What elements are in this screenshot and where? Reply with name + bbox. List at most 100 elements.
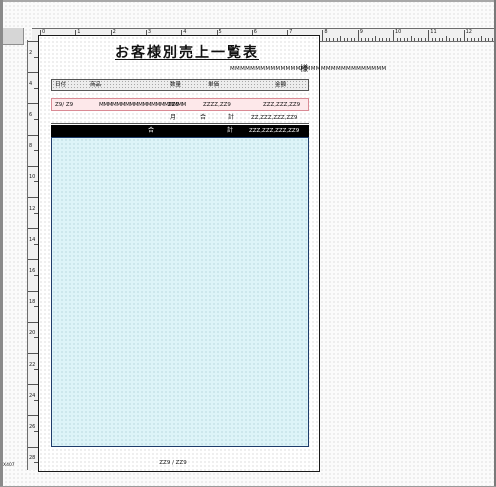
monthly-subtotal-row[interactable]: 月 合 計 ZZ,ZZZ,ZZZ,ZZ9 xyxy=(51,113,309,124)
ruler-tick xyxy=(28,290,38,292)
ruler-label: 18 xyxy=(29,299,36,306)
ruler-tick xyxy=(460,38,462,41)
ruler-tick xyxy=(442,38,444,41)
ruler-label: 10 xyxy=(395,29,402,35)
ruler-tick xyxy=(417,38,419,41)
ruler-tick xyxy=(400,38,402,41)
ruler-tick xyxy=(28,103,38,105)
cell-quantity[interactable]: ZZ9 xyxy=(168,101,179,109)
ruler-tick xyxy=(463,30,465,41)
ruler-tick xyxy=(28,353,38,354)
ruler-label: 12 xyxy=(465,29,472,35)
ruler-tick xyxy=(343,38,345,41)
ruler-tick xyxy=(332,38,334,41)
ruler-tick xyxy=(375,36,377,41)
cell-amount[interactable]: ZZZ,ZZZ,ZZ9 xyxy=(263,101,300,109)
ruler-tick xyxy=(435,38,437,41)
monthly-label-kei[interactable]: 計 xyxy=(228,114,234,122)
ruler-label: 8 xyxy=(324,29,328,35)
report-page[interactable]: お客様別売上一覧表 MMMMMMMMMMMMMMMMMMMMMMMMMMMMMM… xyxy=(38,35,386,472)
ruler-tick xyxy=(474,38,476,41)
column-header-band[interactable]: 日付 商品 数量 単価 金額 xyxy=(51,79,309,91)
window-frame-left xyxy=(0,0,3,487)
ruler-tick xyxy=(371,38,373,41)
header-date[interactable]: 日付 xyxy=(55,81,66,89)
ruler-tick xyxy=(357,30,359,41)
window-frame-top xyxy=(0,0,496,2)
ruler-tick xyxy=(410,36,412,41)
ruler-tick xyxy=(438,38,440,41)
ruler-tick xyxy=(491,38,493,41)
ruler-tick xyxy=(329,38,331,41)
ruler-tick xyxy=(325,38,327,41)
ruler-tick xyxy=(467,38,469,41)
ruler-label: 6 xyxy=(29,112,33,118)
ruler-tick xyxy=(28,165,38,167)
ruler-tick xyxy=(385,38,387,41)
ruler-tick xyxy=(368,38,370,41)
ruler-tick xyxy=(456,38,458,41)
monthly-amount[interactable]: ZZ,ZZZ,ZZZ,ZZ9 xyxy=(251,114,297,122)
grand-total-row[interactable]: 合 計 ZZZ,ZZZ,ZZZ,ZZ9 xyxy=(51,125,309,137)
ruler-tick xyxy=(382,38,384,41)
header-amount[interactable]: 金額 xyxy=(275,81,286,89)
header-product[interactable]: 商品 xyxy=(90,81,101,89)
ruler-tick xyxy=(340,36,342,41)
ruler-tick xyxy=(28,228,38,230)
ruler-tick xyxy=(336,38,338,41)
ruler-tick xyxy=(354,38,356,41)
ruler-label: 24 xyxy=(29,392,36,399)
cell-unit-price[interactable]: ZZZZ,ZZ9 xyxy=(203,101,231,109)
ruler-tick xyxy=(481,36,483,41)
ruler-label: 9 xyxy=(359,29,363,35)
ruler-tick xyxy=(428,30,430,41)
ruler-tick xyxy=(421,38,423,41)
ruler-tick xyxy=(453,38,454,41)
zoom-indicator: X407 xyxy=(3,463,15,468)
header-unit-price[interactable]: 単価 xyxy=(208,81,219,89)
ruler-tick xyxy=(28,72,38,74)
monthly-label-sub[interactable]: 合 xyxy=(200,114,206,122)
total-label-left[interactable]: 合 xyxy=(148,127,154,135)
cell-date[interactable]: Z9/ Z9 xyxy=(55,101,73,109)
detail-band-area[interactable] xyxy=(51,137,309,447)
ruler-tick xyxy=(28,41,38,42)
ruler-tick xyxy=(361,38,363,41)
ruler-tick xyxy=(407,38,409,41)
ruler-label: 20 xyxy=(29,330,36,337)
total-label-right[interactable]: 計 xyxy=(227,127,233,135)
ruler-tick xyxy=(28,259,38,261)
ruler-tick xyxy=(28,321,38,323)
detail-row[interactable]: Z9/ Z9 MMMMMMMMMMMMMMMMMMMM ZZ9 ZZZZ,ZZ9… xyxy=(51,98,309,111)
ruler-corner xyxy=(3,28,24,45)
ruler-tick xyxy=(484,38,486,41)
ruler-tick xyxy=(28,197,38,198)
ruler-tick xyxy=(414,38,416,41)
ruler-tick xyxy=(396,38,398,41)
customer-honorific[interactable]: 様 xyxy=(300,64,308,73)
monthly-label-month[interactable]: 月 xyxy=(170,114,176,122)
ruler-tick xyxy=(378,38,380,41)
ruler-tick xyxy=(28,134,38,136)
ruler-label: 28 xyxy=(29,455,36,462)
ruler-tick xyxy=(347,38,349,41)
ruler-tick xyxy=(322,30,324,41)
ruler-tick xyxy=(28,384,38,386)
ruler-tick xyxy=(28,446,38,448)
ruler-tick xyxy=(424,38,426,41)
ruler-label: 26 xyxy=(29,424,36,430)
customer-name-field[interactable]: MMMMMMMMMMMMMMMMMMMMMMMMMMMMMMM xyxy=(230,65,386,73)
header-quantity[interactable]: 数量 xyxy=(170,81,181,89)
ruler-tick xyxy=(449,38,451,41)
ruler-tick xyxy=(389,38,391,41)
total-amount[interactable]: ZZZ,ZZZ,ZZZ,ZZ9 xyxy=(249,127,299,135)
ruler-tick xyxy=(477,38,479,41)
ruler-label: 22 xyxy=(29,361,36,368)
ruler-tick xyxy=(350,38,352,41)
report-title[interactable]: お客様別売上一覧表 xyxy=(112,45,262,62)
ruler-label: 8 xyxy=(29,143,33,150)
ruler-tick xyxy=(445,36,447,41)
ruler-label: 10 xyxy=(29,174,36,181)
ruler-label: 12 xyxy=(29,205,36,212)
page-number[interactable]: ZZ9 / ZZ9 xyxy=(153,459,193,467)
